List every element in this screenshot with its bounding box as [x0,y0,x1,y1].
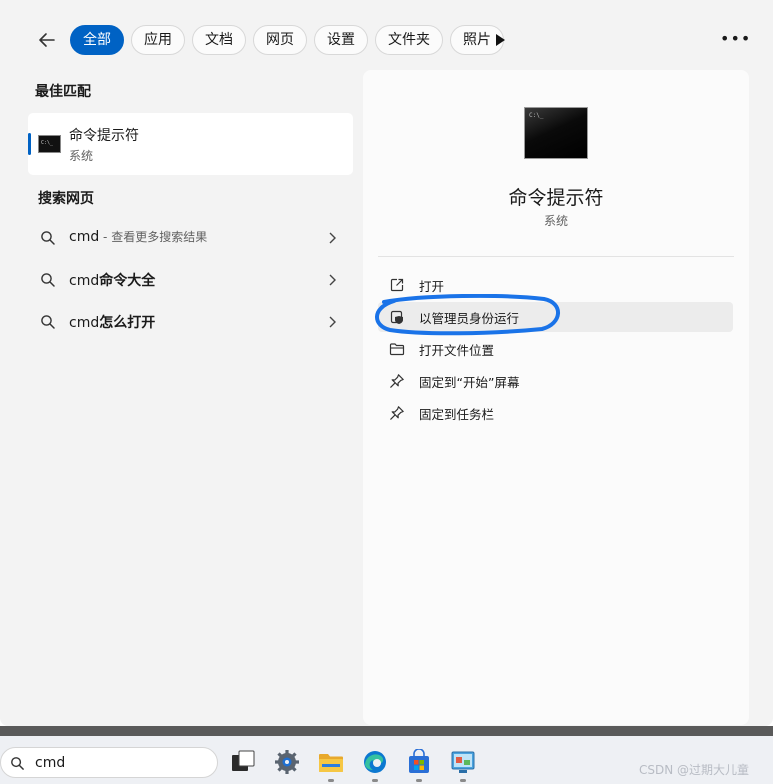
detail-subtitle: 系统 [543,214,568,228]
taskbar-search-input[interactable] [35,752,205,774]
filter-chip-apps[interactable]: 应用 [131,25,185,55]
action-label: 固定到“开始”屏幕 [419,375,520,390]
control-panel-icon[interactable] [450,749,476,775]
filter-chip-all[interactable]: 全部 [70,25,124,55]
filter-chip-documents[interactable]: 文档 [192,25,246,55]
action-label: 以管理员身份运行 [419,311,520,326]
running-indicator [372,779,378,782]
pin-icon [390,406,404,420]
cmd-terminal-large-icon: C:\_ [524,107,588,159]
more-filters-play-icon[interactable] [492,32,508,48]
web-result-item[interactable]: cmd命令大全 [28,261,353,299]
filter-tabs: 全部 应用 文档 网页 设置 文件夹 照片 [70,25,504,55]
filter-chip-web[interactable]: 网页 [253,25,307,55]
filter-chip-settings[interactable]: 设置 [314,25,368,55]
chevron-right-icon [329,274,336,286]
more-options-icon[interactable]: ••• [720,31,750,48]
detail-title: 命令提示符 [508,187,604,209]
back-arrow-icon[interactable] [34,28,60,52]
taskbar: CSDN @过期大儿童 [0,736,773,784]
best-match-heading: 最佳匹配 [35,84,91,100]
file-explorer-icon[interactable] [318,749,344,775]
panel-shadow [0,726,773,736]
action-label: 打开文件位置 [419,343,495,358]
web-search-heading: 搜索网页 [38,191,94,207]
running-indicator [460,779,466,782]
best-match-subtitle: 系统 [69,149,94,163]
running-indicator [416,779,422,782]
taskbar-search-box[interactable] [0,747,218,778]
action-run-as-admin[interactable]: 以管理员身份运行 [378,302,733,332]
microsoft-store-icon[interactable] [406,749,432,775]
search-icon [41,231,55,245]
action-open-file-location[interactable]: 打开文件位置 [378,334,733,364]
task-view-icon[interactable] [230,749,256,775]
action-pin-to-taskbar[interactable]: 固定到任务栏 [378,398,733,428]
pin-icon [390,374,404,388]
search-icon [11,757,24,770]
action-label: 固定到任务栏 [419,407,495,422]
best-match-title: 命令提示符 [69,128,139,144]
web-result-item[interactable]: cmd - 查看更多搜索结果 [28,219,353,257]
divider [378,256,734,257]
filter-chip-folders[interactable]: 文件夹 [375,25,443,55]
edge-browser-icon[interactable] [362,749,388,775]
chevron-right-icon [329,316,336,328]
selection-accent [28,133,31,155]
open-external-icon [390,278,404,292]
web-result-text: cmd - 查看更多搜索结果 [69,229,208,245]
web-result-text: cmd命令大全 [69,273,156,289]
action-pin-to-start[interactable]: 固定到“开始”屏幕 [378,366,733,396]
settings-gear-icon[interactable] [274,749,300,775]
action-label: 打开 [419,279,445,294]
chevron-right-icon [329,232,336,244]
action-open[interactable]: 打开 [378,270,733,300]
web-result-text: cmd怎么打开 [69,315,156,331]
cmd-terminal-icon: C:\_ [38,135,61,153]
web-result-item[interactable]: cmd怎么打开 [28,303,353,341]
shield-admin-icon [390,310,403,324]
watermark: CSDN @过期大儿童 [639,763,750,777]
search-icon [41,315,55,329]
search-panel: 全部 应用 文档 网页 设置 文件夹 照片 ••• 最佳匹配 C:\_ 命令提示… [0,0,773,726]
folder-icon [389,343,405,356]
best-match-card[interactable]: C:\_ 命令提示符 系统 [28,113,353,175]
detail-pane: C:\_ 命令提示符 系统 打开 以管理员身份运行 打开文件位置 固定到“开始”… [363,70,749,725]
running-indicator [328,779,334,782]
svg-text:C:\_: C:\_ [41,140,54,146]
search-icon [41,273,55,287]
svg-text:C:\_: C:\_ [529,112,544,119]
